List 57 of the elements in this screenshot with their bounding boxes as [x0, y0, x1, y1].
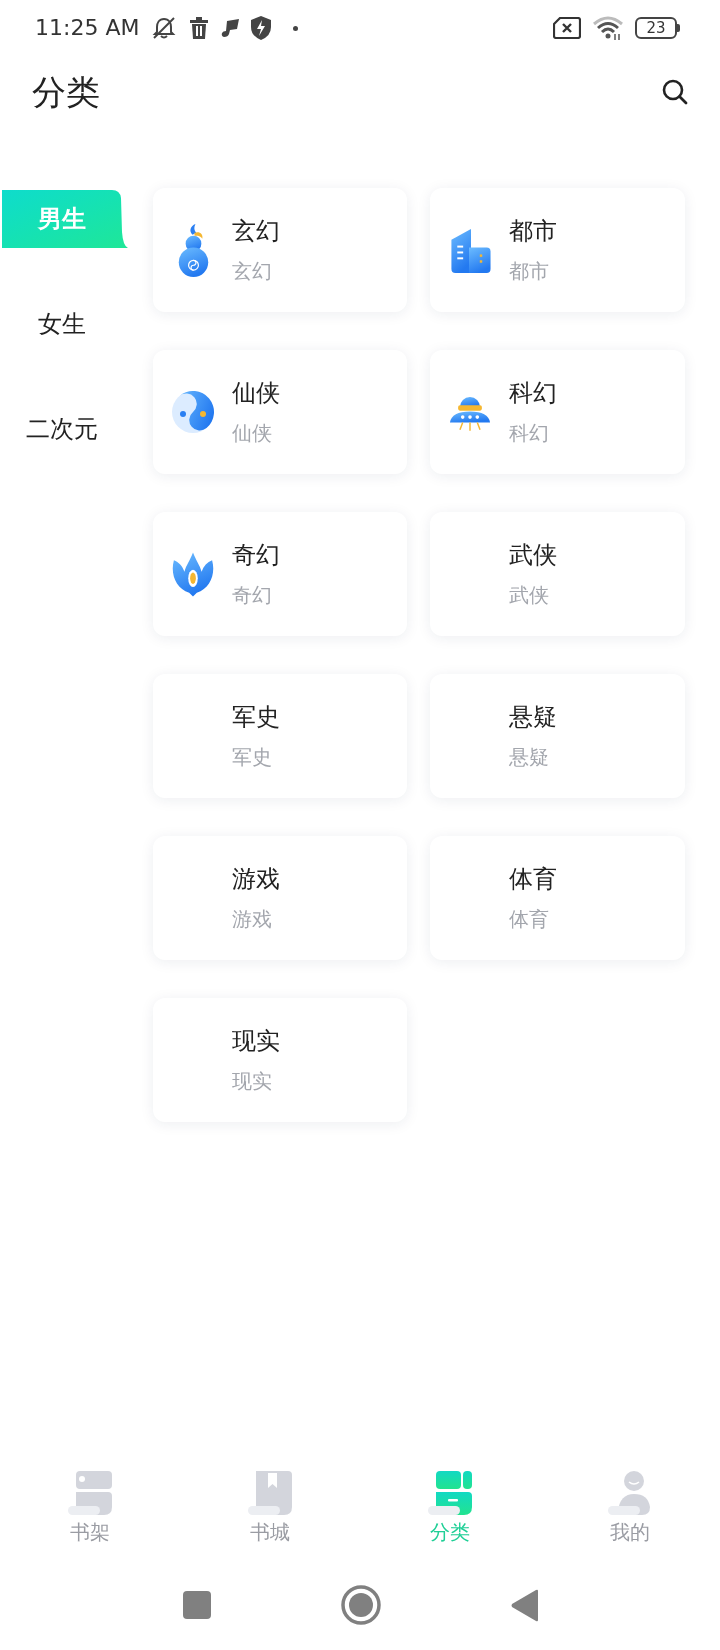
- search-icon: [662, 79, 688, 105]
- music-note-icon: [221, 19, 240, 37]
- category-subtitle: 奇幻: [232, 582, 273, 609]
- category-icon: [428, 1471, 472, 1515]
- category-subtitle: 科幻: [509, 420, 550, 447]
- search-button[interactable]: [660, 77, 690, 107]
- page-title: 分类: [32, 71, 100, 114]
- category-subtitle: 玄幻: [232, 258, 273, 285]
- category-subtitle: 军史: [232, 744, 273, 771]
- home-button[interactable]: [340, 1585, 381, 1625]
- category-title: 现实: [232, 1026, 280, 1057]
- muted-bell-icon: [151, 16, 178, 40]
- shelf-icon: [68, 1471, 112, 1515]
- profile-icon: [608, 1471, 652, 1515]
- category-title: 奇幻: [232, 540, 280, 571]
- status-time: 11:25 AM: [35, 14, 140, 42]
- category-card[interactable]: 体育 体育: [430, 836, 685, 960]
- category-card[interactable]: 奇幻 奇幻: [153, 512, 407, 636]
- battery-indicator: 23: [635, 17, 680, 39]
- category-title: 都市: [509, 216, 557, 247]
- sim-card-x-icon: [553, 17, 581, 39]
- category-card[interactable]: 玄幻 玄幻: [153, 188, 407, 312]
- shield-bolt-icon: [251, 16, 272, 40]
- category-card[interactable]: 现实 现实: [153, 998, 407, 1122]
- category-title: 科幻: [509, 378, 557, 409]
- recents-button[interactable]: [182, 1591, 211, 1619]
- book-icon: [248, 1471, 292, 1515]
- category-title: 游戏: [232, 864, 280, 895]
- category-subtitle: 现实: [232, 1068, 273, 1095]
- category-title: 玄幻: [232, 216, 280, 247]
- category-card[interactable]: 军史 军史: [153, 674, 407, 798]
- category-subtitle: 仙侠: [232, 420, 273, 447]
- wifi-icon: [593, 16, 623, 40]
- sidebar-tab[interactable]: 女生: [2, 295, 122, 353]
- flame-icon: [172, 551, 214, 597]
- building-icon: [449, 227, 491, 273]
- category-card[interactable]: 游戏 游戏: [153, 836, 407, 960]
- category-title: 军史: [232, 702, 280, 733]
- dot-icon: [293, 25, 299, 31]
- category-card[interactable]: 悬疑 悬疑: [430, 674, 685, 798]
- category-title: 仙侠: [232, 378, 280, 409]
- category-subtitle: 武侠: [509, 582, 550, 609]
- category-title: 武侠: [509, 540, 557, 571]
- category-card[interactable]: 都市 都市: [430, 188, 685, 312]
- sidebar-tab[interactable]: 二次元: [2, 400, 122, 458]
- yin-yang-icon: [172, 391, 214, 433]
- category-card[interactable]: 武侠 武侠: [430, 512, 685, 636]
- category-title: 体育: [509, 864, 557, 895]
- category-subtitle: 都市: [509, 258, 550, 285]
- trash-icon: [189, 17, 210, 39]
- category-subtitle: 游戏: [232, 906, 273, 933]
- category-subtitle: 体育: [509, 906, 550, 933]
- category-card[interactable]: 仙侠 仙侠: [153, 350, 407, 474]
- category-subtitle: 悬疑: [509, 744, 550, 771]
- category-title: 悬疑: [509, 702, 557, 733]
- category-card[interactable]: 科幻 科幻: [430, 350, 685, 474]
- back-button[interactable]: [510, 1588, 538, 1622]
